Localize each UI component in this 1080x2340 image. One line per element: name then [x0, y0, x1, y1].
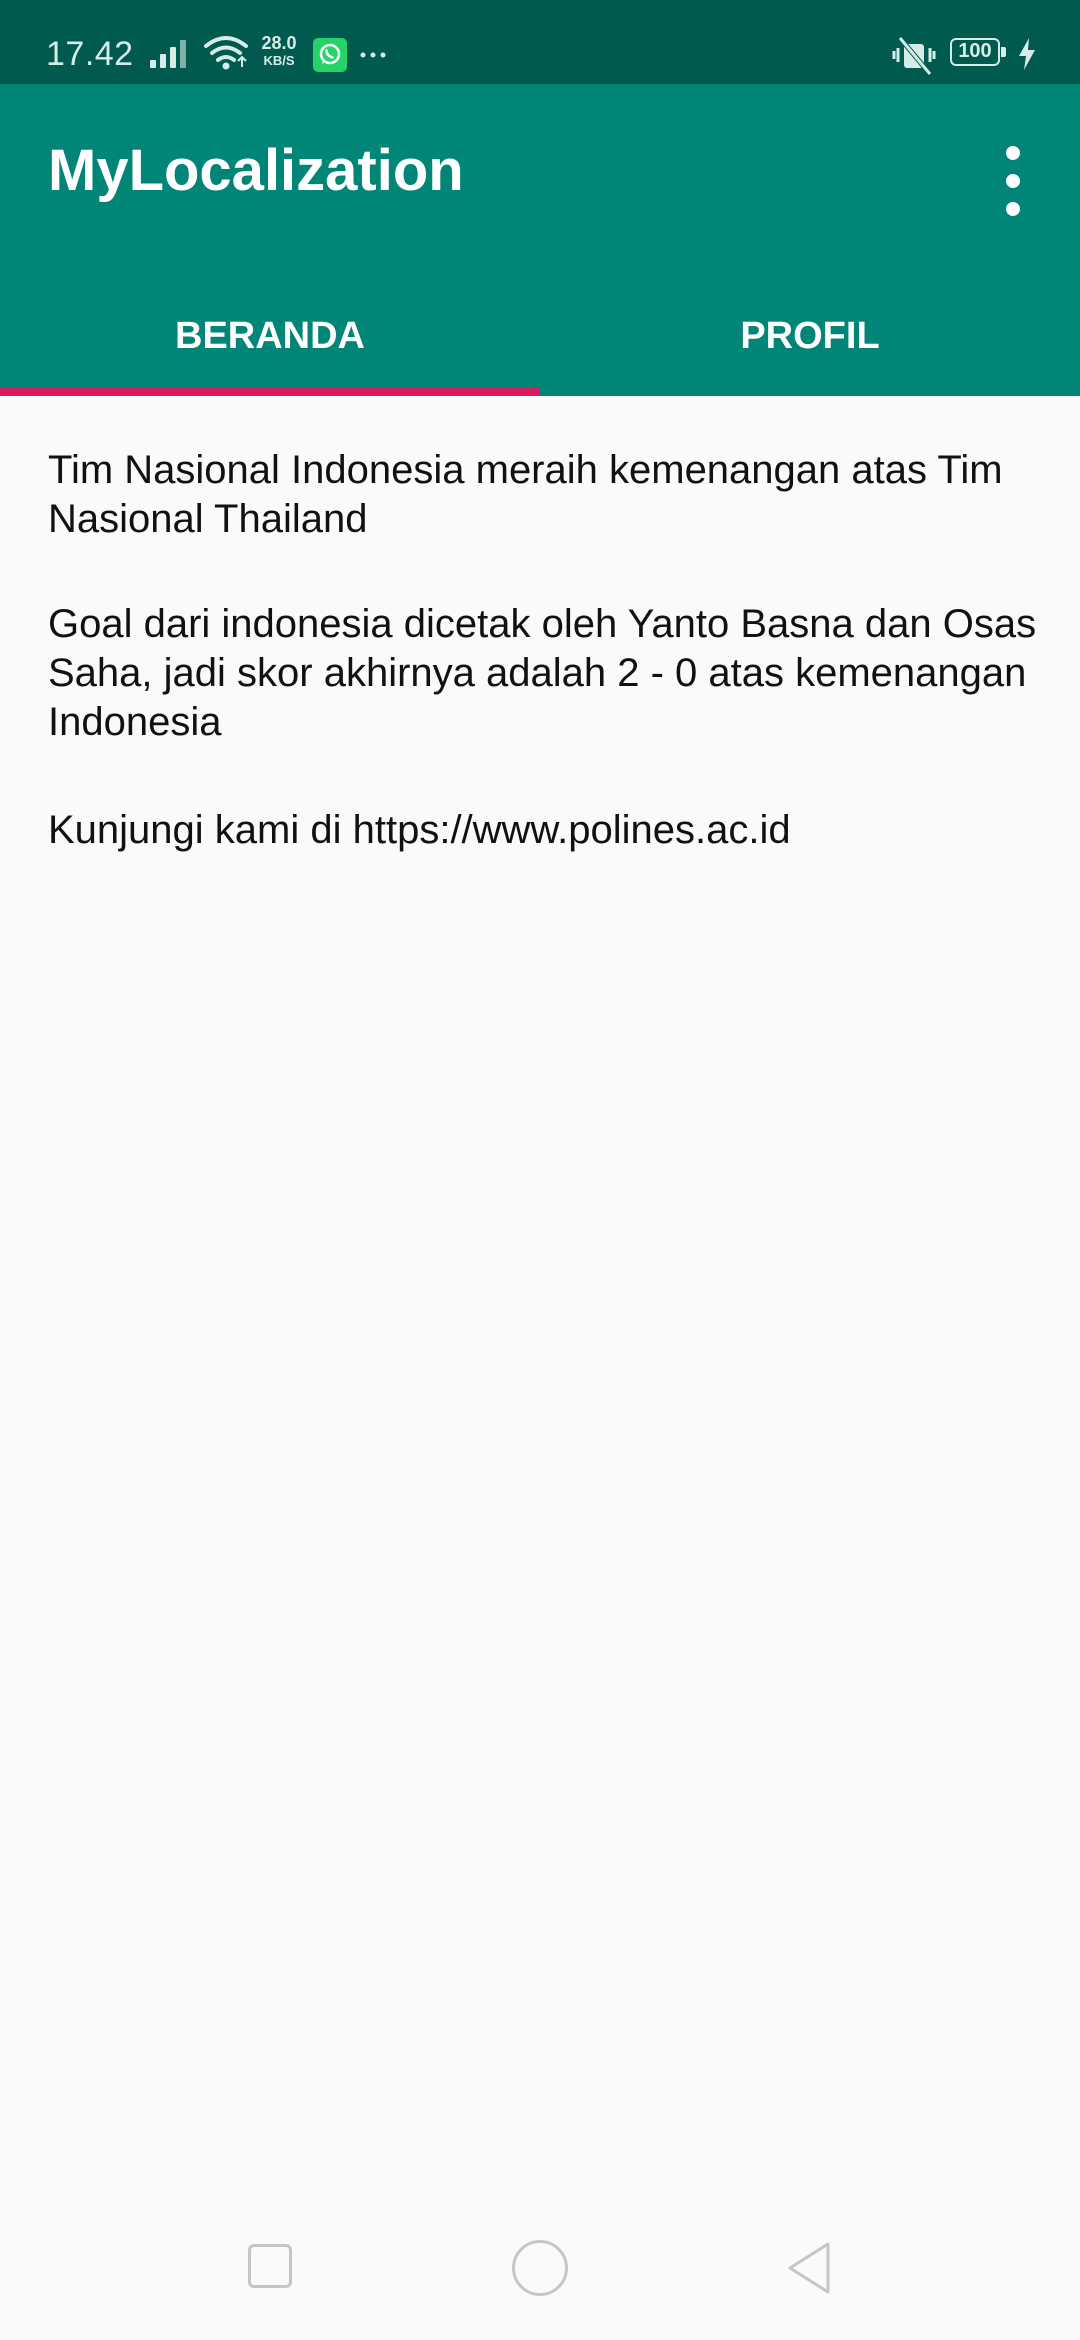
- whatsapp-icon: [313, 38, 347, 72]
- wifi-icon: [204, 36, 248, 70]
- recents-icon[interactable]: [248, 2244, 292, 2288]
- tab-beranda[interactable]: BERANDA: [0, 264, 540, 396]
- visit-link-text: Kunjungi kami di https://www.polines.ac.…: [48, 808, 791, 852]
- overflow-dot: [1006, 146, 1020, 160]
- vibrate-icon: [892, 36, 936, 76]
- charging-icon: [1019, 38, 1035, 70]
- battery-icon: 100: [950, 38, 1008, 70]
- network-speed-value: 28.0: [261, 33, 297, 53]
- tab-profil[interactable]: PROFIL: [540, 264, 1080, 396]
- overflow-dot: [1006, 174, 1020, 188]
- status-bar: 17.42 28.0 KB/S 100: [0, 0, 1080, 84]
- more-vert-icon[interactable]: [990, 134, 1038, 230]
- network-speed: 28.0 KB/S: [256, 33, 302, 69]
- overflow-dot: [1006, 202, 1020, 216]
- app-title: MyLocalization: [48, 138, 464, 203]
- tab-bar: BERANDA PROFIL: [0, 264, 1080, 396]
- app-bar: MyLocalization BERANDA PROFIL: [0, 84, 1080, 396]
- news-headline: Tim Nasional Indonesia meraih kemenangan…: [48, 448, 1003, 541]
- tab-indicator: [0, 388, 540, 396]
- battery-level: 100: [950, 38, 1000, 66]
- news-body: Goal dari indonesia dicetak oleh Yanto B…: [48, 602, 1037, 744]
- navigation-bar: [0, 2208, 1080, 2340]
- more-notifications-icon: [360, 52, 386, 58]
- home-icon[interactable]: [512, 2240, 568, 2296]
- back-icon[interactable]: [784, 2240, 834, 2296]
- signal-icon: [150, 40, 186, 68]
- status-time: 17.42: [46, 35, 134, 73]
- battery-tip: [1001, 47, 1006, 57]
- network-speed-unit: KB/S: [263, 53, 295, 68]
